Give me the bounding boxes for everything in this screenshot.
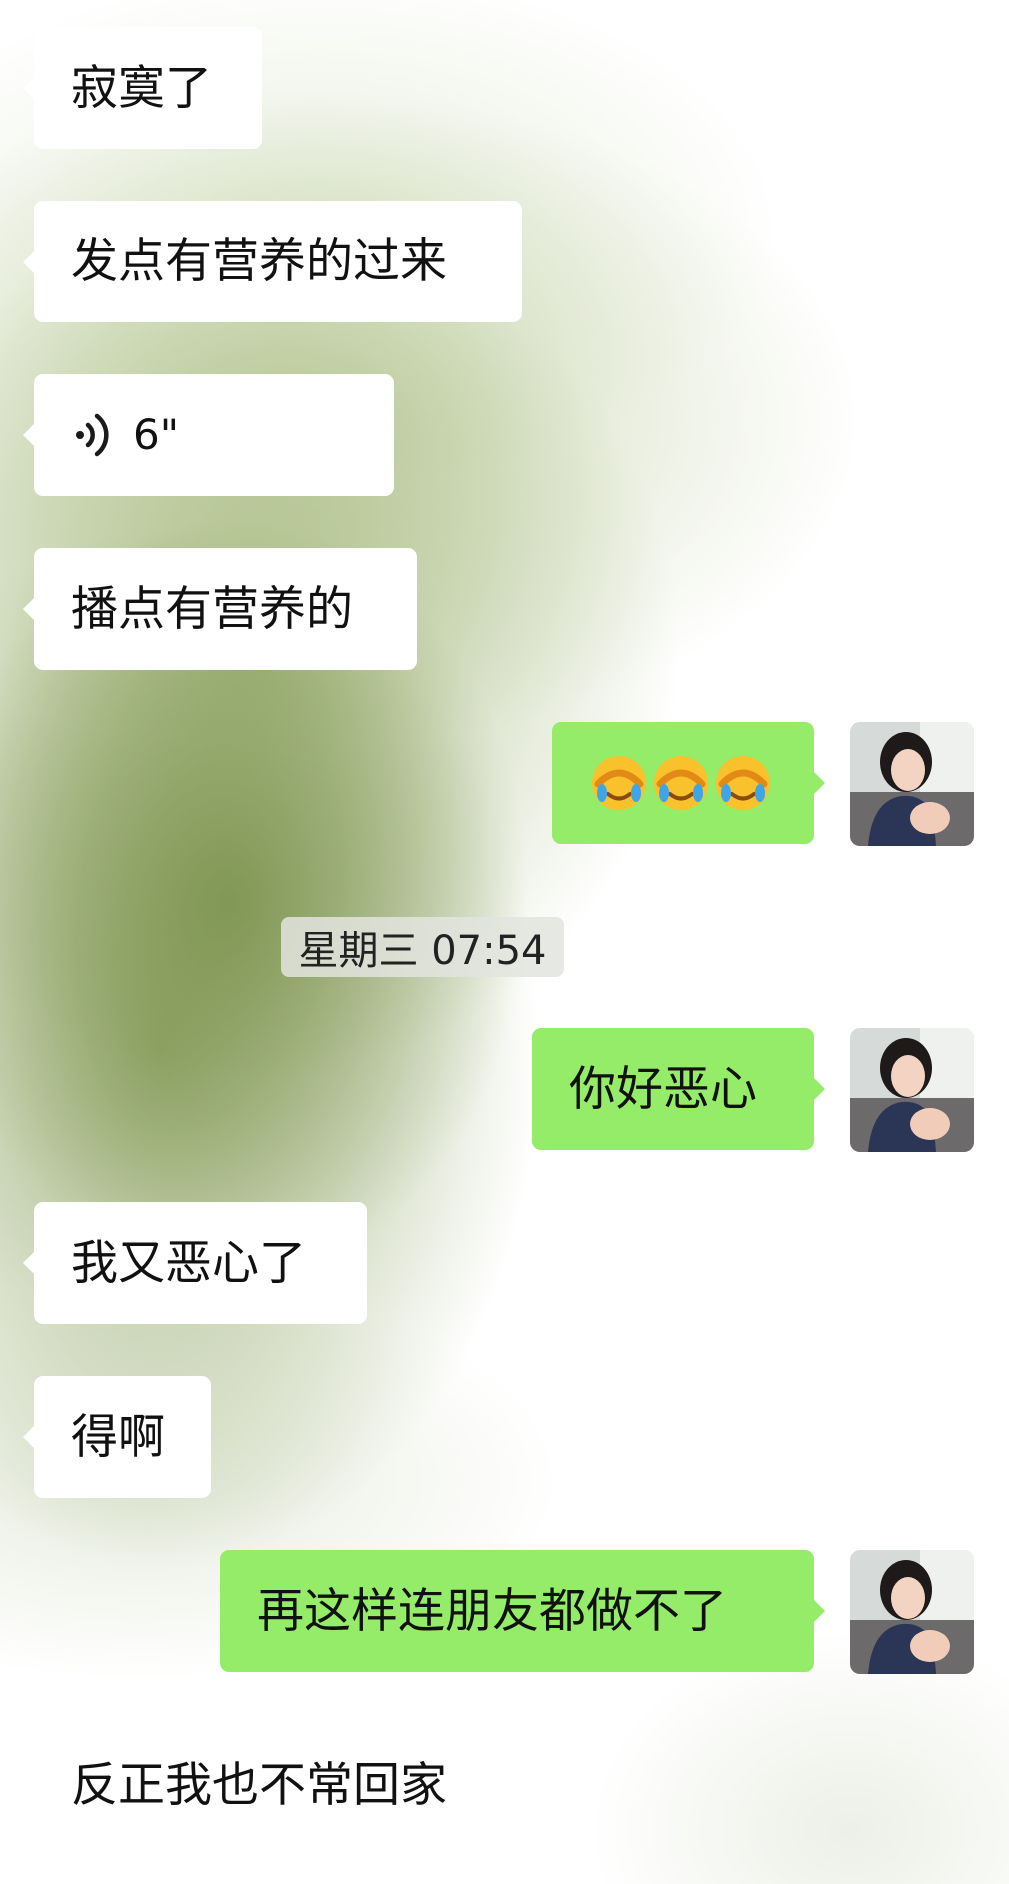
avatar-photo — [850, 1028, 974, 1152]
message-text: 播点有营养的 — [71, 581, 353, 637]
message-text: 反正我也不常回家 — [71, 1757, 447, 1813]
avatar-photo — [850, 722, 974, 846]
message-text: 得啊 — [71, 1409, 165, 1465]
user-avatar[interactable] — [850, 1028, 974, 1152]
sent-message-bubble[interactable]: 再这样连朋友都做不了 — [220, 1550, 825, 1672]
chat-timestamp: 星期三 07:54 — [281, 917, 564, 977]
user-avatar[interactable] — [850, 1550, 974, 1674]
message-text: 你好恶心 — [569, 1061, 757, 1117]
received-message-bubble[interactable]: 寂寞了 — [23, 27, 262, 149]
received-message-bubble[interactable]: 发点有营养的过来 — [23, 201, 522, 322]
message-text: 发点有营养的过来 — [71, 234, 447, 289]
sent-emoji-bubble[interactable] — [552, 722, 825, 844]
voice-wave-icon — [76, 413, 109, 457]
sent-message-bubble[interactable]: 你好恶心 — [532, 1028, 825, 1150]
user-avatar[interactable] — [850, 722, 974, 846]
received-message-bubble[interactable]: 反正我也不常回家 — [34, 1724, 534, 1846]
received-message-bubble[interactable]: 我又恶心了 — [23, 1202, 367, 1324]
facepalm-tears-emoji — [716, 756, 770, 810]
facepalm-tears-emoji — [592, 756, 646, 810]
voice-message-bubble[interactable]: 6" — [23, 374, 394, 496]
facepalm-tears-emoji — [654, 756, 708, 810]
avatar-photo — [850, 1550, 974, 1674]
message-text: 寂寞了 — [71, 60, 212, 116]
timestamp-text: 星期三 07:54 — [298, 928, 547, 974]
message-text: 再这样连朋友都做不了 — [257, 1583, 727, 1639]
message-text: 我又恶心了 — [71, 1235, 306, 1291]
received-message-bubble[interactable]: 播点有营养的 — [23, 548, 417, 670]
voice-duration: 6" — [133, 410, 180, 459]
received-message-bubble[interactable]: 得啊 — [23, 1376, 211, 1498]
